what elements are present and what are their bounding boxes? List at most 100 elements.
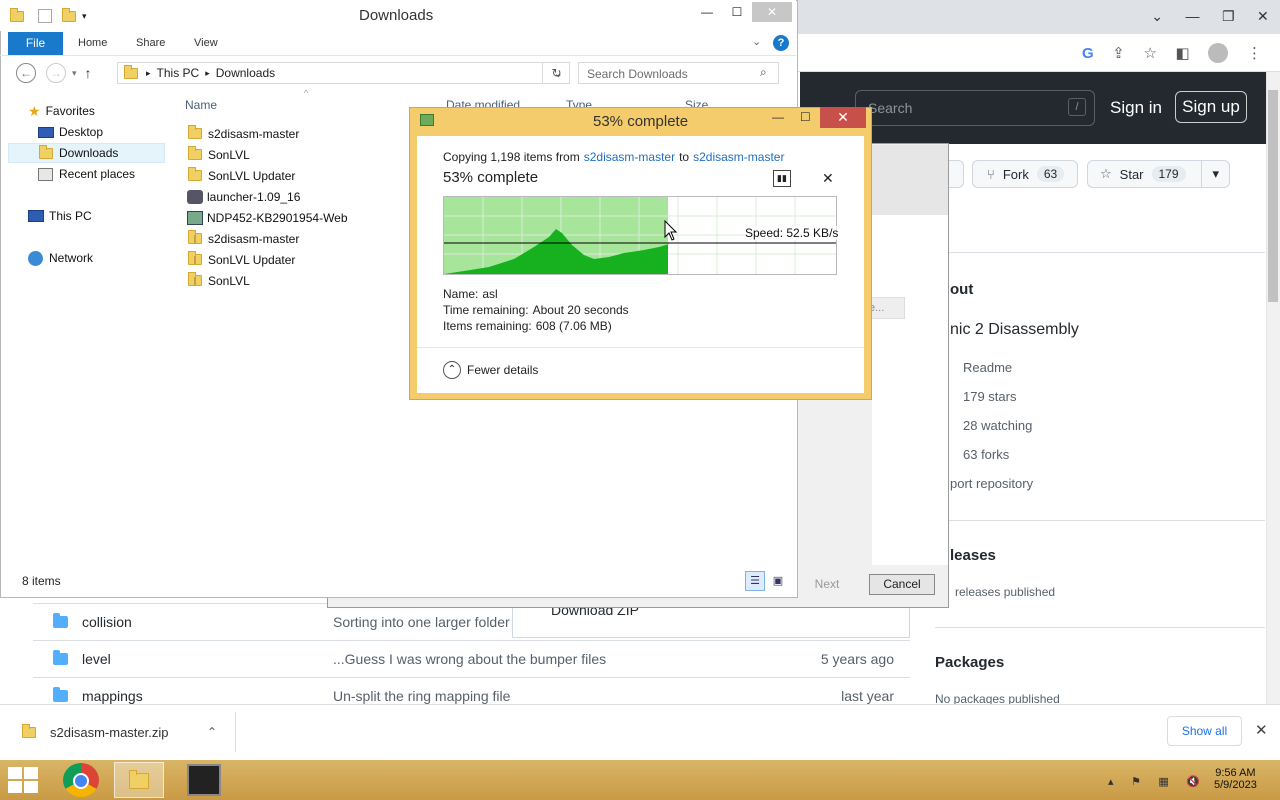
column-header-name[interactable]: Name (185, 98, 217, 112)
side-panel-icon[interactable]: ◧ (1176, 44, 1190, 62)
back-arrow-icon[interactable]: ← (16, 63, 36, 83)
file-row[interactable]: SonLVL Updater (185, 249, 295, 270)
watching-link[interactable]: 28 watching (963, 418, 1032, 433)
breadcrumb-current[interactable]: Downloads (216, 66, 275, 80)
menu-dots-icon[interactable]: ⋮ (1247, 44, 1262, 62)
table-row[interactable]: collision Sorting into one larger folder (33, 603, 910, 640)
file-name[interactable]: collision (82, 614, 333, 630)
readme-link[interactable]: Readme (963, 360, 1012, 375)
volume-muted-icon[interactable]: 🔇 (1186, 775, 1200, 788)
close-icon[interactable]: ✕ (820, 107, 866, 128)
details-view-icon[interactable]: ☰ (745, 571, 765, 591)
nav-desktop[interactable]: Desktop (8, 122, 158, 142)
file-name: launcher-1.09_16 (207, 189, 301, 204)
restore-icon[interactable]: ❐ (1222, 8, 1235, 25)
breadcrumb-root[interactable]: This PC (157, 66, 200, 80)
search-input[interactable]: Search Downloads (578, 62, 779, 84)
chevron-down-icon[interactable]: ▾ (1201, 161, 1229, 187)
google-icon[interactable]: G (1082, 45, 1094, 62)
table-row[interactable]: level ...Guess I was wrong about the bum… (33, 640, 910, 677)
file-name[interactable]: mappings (82, 688, 333, 704)
chevron-down-icon[interactable]: ▾ (82, 11, 87, 22)
star-button[interactable]: ☆ Star 179 ▾ (1087, 160, 1230, 188)
file-row[interactable]: NDP452-KB2901954-Web (185, 207, 348, 228)
nav-favorites[interactable]: ★ Favorites (8, 101, 158, 121)
file-row[interactable]: launcher-1.09_16 (185, 186, 300, 207)
chevron-down-icon[interactable]: ▾ (72, 68, 77, 79)
sign-up-button[interactable]: Sign up (1175, 91, 1247, 123)
github-search-input[interactable]: Search (855, 90, 1095, 126)
close-icon[interactable]: ✕ (1255, 721, 1268, 739)
tab-file[interactable]: File (8, 32, 63, 55)
maximize-icon[interactable]: ☐ (722, 5, 752, 19)
file-row[interactable]: SonLVL (185, 144, 250, 165)
folder-icon (10, 7, 24, 22)
commit-message[interactable]: Un-split the ring mapping file (333, 688, 510, 704)
star-icon: ☆ (1100, 166, 1112, 181)
new-folder-icon[interactable] (62, 7, 76, 22)
report-repository-link[interactable]: port repository (950, 476, 1033, 491)
nav-this-pc[interactable]: This PC (8, 206, 158, 226)
file-row[interactable]: s2disasm-master (185, 123, 299, 144)
app-taskbar-icon[interactable] (187, 764, 221, 796)
chevron-down-icon[interactable]: ⌄ (752, 35, 761, 48)
star-bookmark-icon[interactable]: ☆ (1143, 44, 1156, 62)
tab-share[interactable]: Share (136, 37, 165, 49)
nav-network[interactable]: Network (8, 248, 158, 268)
file-row[interactable]: SonLVL (185, 270, 250, 291)
chevron-up-icon[interactable]: ⌃ (207, 725, 217, 739)
up-arrow-icon[interactable]: ↑ (85, 65, 92, 81)
divider (935, 252, 1265, 253)
sign-in-link[interactable]: Sign in (1110, 98, 1162, 118)
tab-view[interactable]: View (194, 37, 218, 49)
file-row[interactable]: s2disasm-master (185, 228, 299, 249)
stars-link[interactable]: 179 stars (963, 389, 1016, 404)
refresh-icon[interactable]: ↻ (542, 62, 570, 84)
scrollbar-thumb[interactable] (1268, 90, 1278, 302)
share-icon[interactable]: ⇪ (1112, 44, 1125, 62)
minimize-icon[interactable]: — (1185, 8, 1199, 24)
help-icon[interactable]: ? (773, 35, 789, 51)
forks-link[interactable]: 63 forks (963, 447, 1009, 462)
cancel-copy-icon[interactable]: ✕ (822, 170, 834, 187)
forward-arrow-icon[interactable]: → (46, 63, 66, 83)
tab-home[interactable]: Home (78, 37, 107, 49)
commit-message[interactable]: ...Guess I was wrong about the bumper fi… (333, 651, 606, 667)
chrome-taskbar-icon[interactable] (63, 763, 99, 797)
repo-description: nic 2 Disassembly (950, 321, 1079, 338)
pause-icon[interactable]: ▮▮ (773, 170, 791, 187)
chevron-up-icon[interactable]: ▴ (1108, 775, 1114, 788)
nav-downloads[interactable]: Downloads (8, 143, 165, 163)
chevron-down-icon[interactable]: ⌄ (1151, 8, 1163, 25)
next-button[interactable]: Next (797, 574, 857, 595)
fork-button[interactable]: ⑂ Fork 63 (972, 160, 1078, 188)
commit-message[interactable]: Sorting into one larger folder (333, 614, 510, 630)
address-bar[interactable]: ▸ This PC ▸ Downloads ⌄ (117, 62, 570, 84)
quick-access-toolbar: ▾ (8, 6, 87, 26)
properties-icon[interactable] (38, 9, 52, 23)
destination-link[interactable]: s2disasm-master (693, 150, 784, 164)
profile-icon[interactable] (1208, 43, 1229, 63)
close-icon[interactable]: ✕ (1257, 8, 1269, 25)
fork-count: 63 (1036, 166, 1065, 182)
installer-icon (187, 210, 203, 225)
file-name[interactable]: level (82, 651, 333, 667)
minimize-icon[interactable]: — (772, 110, 784, 124)
close-icon[interactable]: ✕ (752, 2, 792, 22)
fewer-details-toggle[interactable]: ⌃ Fewer details (443, 361, 538, 379)
clock[interactable]: 9:56 AM 5/9/2023 (1214, 767, 1257, 791)
explorer-taskbar-button[interactable] (114, 762, 164, 798)
source-link[interactable]: s2disasm-master (584, 150, 675, 164)
file-row[interactable]: SonLVL Updater (185, 165, 295, 186)
maximize-icon[interactable]: ☐ (800, 110, 811, 124)
download-item[interactable]: s2disasm-master.zip ⌃ (0, 712, 236, 752)
large-icons-view-icon[interactable]: ▣ (769, 571, 787, 591)
nav-recent-places[interactable]: Recent places (8, 164, 158, 184)
show-all-button[interactable]: Show all (1167, 716, 1242, 746)
start-windows-icon[interactable] (8, 767, 38, 793)
network-status-icon[interactable]: ▦ (1158, 775, 1168, 788)
action-center-flag-icon[interactable]: ⚑ (1131, 775, 1141, 788)
ribbon (8, 32, 795, 55)
minimize-icon[interactable]: — (692, 5, 722, 19)
cancel-button[interactable]: Cancel (869, 574, 935, 595)
